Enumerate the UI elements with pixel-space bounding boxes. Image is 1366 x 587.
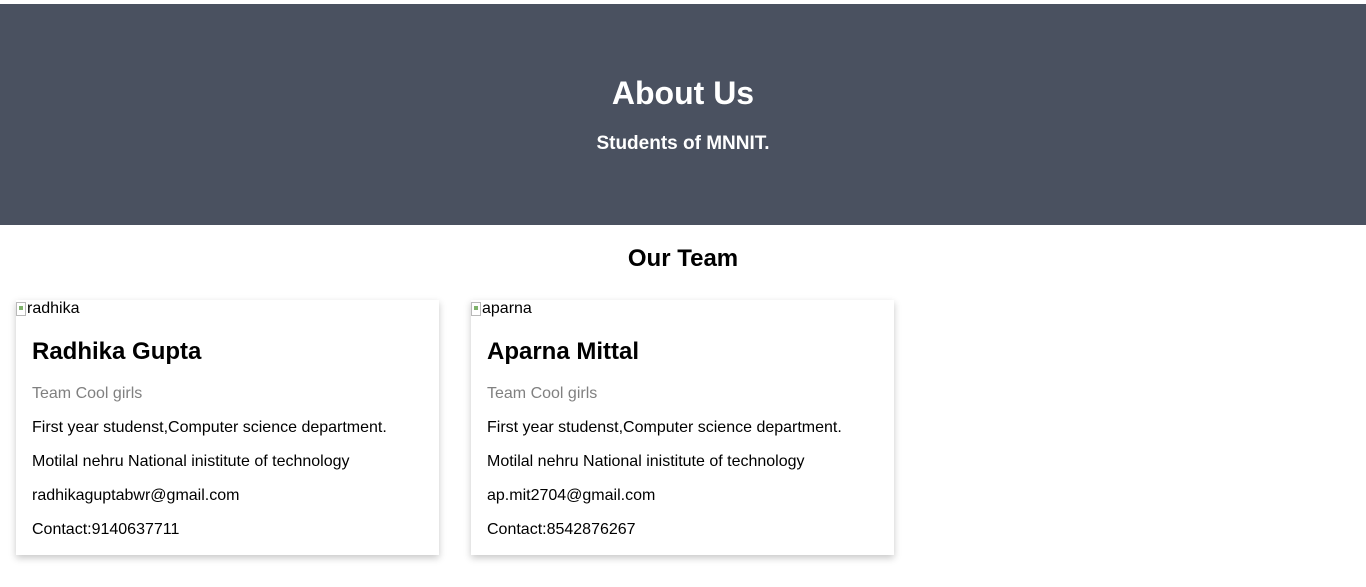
member-name: Radhika Gupta bbox=[32, 338, 202, 365]
member-team: Team Cool girls bbox=[32, 385, 143, 402]
member-card-radhika: radhika Radhika Gupta Team Cool girls Fi… bbox=[16, 300, 439, 555]
member-description: First year studenst,Computer science dep… bbox=[487, 419, 842, 436]
member-photo: radhika bbox=[16, 300, 79, 318]
member-photo-alt: radhika bbox=[27, 300, 80, 317]
page-title: About Us bbox=[611, 75, 755, 111]
member-description: First year studenst,Computer science dep… bbox=[32, 419, 387, 436]
member-photo: aparna bbox=[471, 300, 532, 318]
about-hero: About Us Students of MNNIT. bbox=[0, 4, 1366, 225]
broken-image-icon bbox=[471, 302, 481, 316]
broken-image-icon bbox=[16, 302, 26, 316]
member-institute: Motilal nehru National inistitute of tec… bbox=[487, 453, 805, 470]
team-section-title: Our Team bbox=[627, 245, 739, 272]
member-photo-alt: aparna bbox=[482, 300, 532, 317]
member-email: radhikaguptabwr@gmail.com bbox=[32, 487, 240, 504]
member-team: Team Cool girls bbox=[487, 385, 598, 402]
member-contact: Contact:8542876267 bbox=[487, 521, 636, 538]
member-contact: Contact:9140637711 bbox=[32, 521, 180, 538]
page-subtitle: Students of MNNIT. bbox=[596, 133, 770, 154]
member-card-aparna: aparna Aparna Mittal Team Cool girls Fir… bbox=[471, 300, 894, 555]
member-name: Aparna Mittal bbox=[487, 338, 640, 365]
member-email: ap.mit2704@gmail.com bbox=[487, 487, 656, 504]
member-institute: Motilal nehru National inistitute of tec… bbox=[32, 453, 350, 470]
